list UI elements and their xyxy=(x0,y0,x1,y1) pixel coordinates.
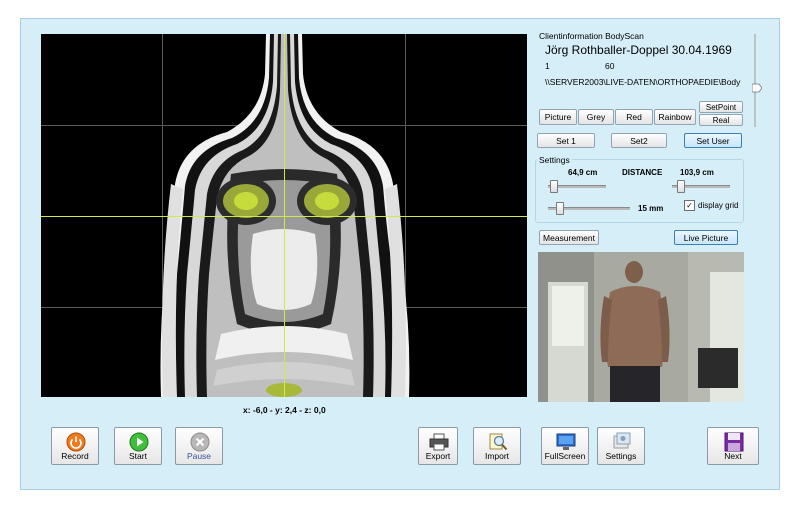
play-icon xyxy=(129,432,149,452)
settings-panel: Settings 64,9 cm DISTANCE 103,9 cm 15 mm… xyxy=(535,155,744,223)
client-field-1: 1 xyxy=(545,61,550,71)
display-grid-checkbox[interactable]: ✓ xyxy=(684,200,695,211)
monitor-icon xyxy=(556,433,576,450)
fullscreen-button[interactable]: FullScreen xyxy=(541,427,589,465)
import-label: Import xyxy=(484,451,510,461)
fullscreen-label: FullScreen xyxy=(544,451,586,461)
bodyscan-window: x: -6,0 - y: 2,4 - z: 0,0 Clientinformat… xyxy=(20,18,780,490)
distance-right-value: 103,9 cm xyxy=(680,168,714,177)
left-slider-thumb[interactable] xyxy=(550,180,558,193)
set-2-button[interactable]: Set2 xyxy=(611,133,667,148)
settings-button[interactable]: Settings xyxy=(597,427,645,465)
camera-photo xyxy=(538,252,744,402)
set-1-button[interactable]: Set 1 xyxy=(537,133,595,148)
live-picture-button[interactable]: Live Picture xyxy=(674,230,738,245)
pause-label: Pause xyxy=(186,451,212,461)
client-info-panel: Clientinformation BodyScan Jörg Rothball… xyxy=(535,31,740,101)
rainbow-button[interactable]: Rainbow xyxy=(654,109,696,125)
mm-slider-thumb[interactable] xyxy=(556,202,564,215)
distance-label: DISTANCE xyxy=(622,168,663,177)
picture-button[interactable]: Picture xyxy=(539,109,577,125)
red-button[interactable]: Red xyxy=(615,109,653,125)
record-button[interactable]: Record xyxy=(51,427,99,465)
vertical-slider[interactable] xyxy=(752,34,762,127)
printer-icon xyxy=(429,433,449,451)
mm-value: 15 mm xyxy=(638,204,664,213)
start-button[interactable]: Start xyxy=(114,427,162,465)
distance-left-value: 64,9 cm xyxy=(568,168,598,177)
settings-label: Settings xyxy=(605,451,637,461)
settings-icon xyxy=(613,432,631,449)
floppy-disk-icon xyxy=(724,432,744,452)
client-field-2: 60 xyxy=(605,61,615,71)
grey-button[interactable]: Grey xyxy=(578,109,614,125)
crosshair-horizontal xyxy=(41,216,527,217)
import-button[interactable]: Import xyxy=(473,427,521,465)
power-icon xyxy=(66,432,86,452)
export-button[interactable]: Export xyxy=(418,427,458,465)
measurement-button[interactable]: Measurement xyxy=(539,230,599,245)
set-user-button[interactable]: Set User xyxy=(684,133,742,148)
cancel-icon xyxy=(190,432,210,452)
client-data-path: \\SERVER2003\LIVE-DATEN\ORTHOPAEDIE\Body xyxy=(545,77,741,87)
cursor-coordinates: x: -6,0 - y: 2,4 - z: 0,0 xyxy=(243,405,326,415)
record-label: Record xyxy=(61,451,89,461)
right-slider-thumb[interactable] xyxy=(677,180,685,193)
next-label: Next xyxy=(724,451,742,461)
client-name: Jörg Rothballer-Doppel 30.04.1969 xyxy=(545,43,732,57)
pause-button[interactable]: Pause xyxy=(175,427,223,465)
settings-title: Settings xyxy=(537,155,572,165)
scan-view[interactable] xyxy=(41,34,527,397)
display-grid-label: display grid xyxy=(698,201,739,210)
setpoint-button[interactable]: SetPoint xyxy=(699,101,743,113)
client-info-title: Clientinformation BodyScan xyxy=(539,31,644,41)
real-button[interactable]: Real xyxy=(699,114,743,126)
start-label: Start xyxy=(129,451,147,461)
live-camera-image xyxy=(538,252,744,402)
export-label: Export xyxy=(425,451,451,461)
magnifier-icon xyxy=(489,433,508,451)
next-button[interactable]: Next xyxy=(707,427,759,465)
